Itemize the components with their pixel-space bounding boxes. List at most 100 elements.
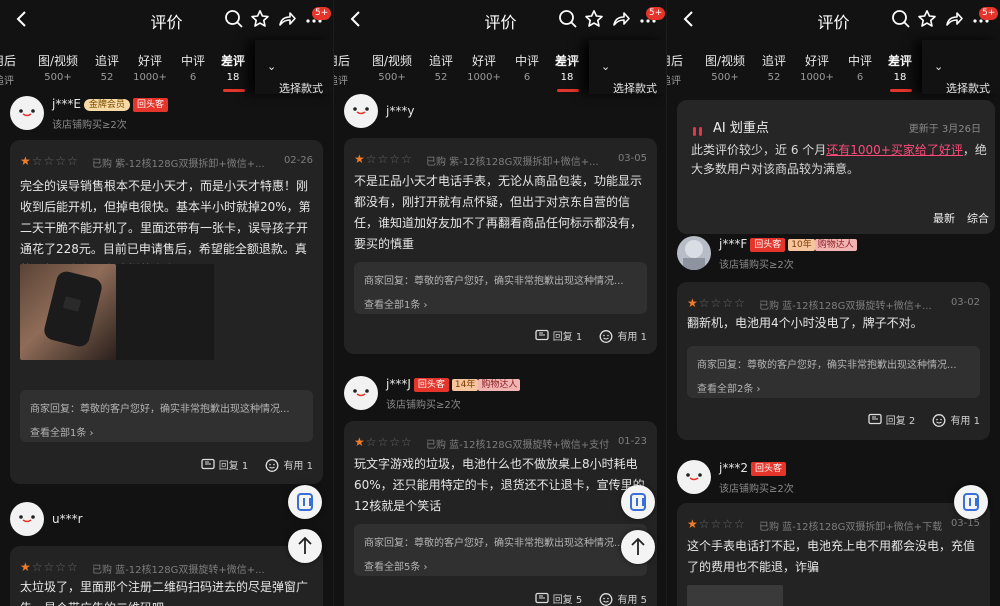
merchant-reply[interactable]: 商家回复：尊敬的客户您好，确实非常抱歉出现这种情况... 查看全部1条 ›: [20, 390, 313, 442]
tab-after-use[interactable]: 用后追评: [667, 52, 695, 87]
merchant-reply[interactable]: 商家回复：尊敬的客户您好，确实非常抱歉出现这种情况... 查看全部1条 ›: [354, 262, 647, 314]
star-favorite-icon[interactable]: [250, 9, 270, 29]
style-select-dropdown[interactable]: 选择款式 ⌄: [922, 40, 1000, 95]
merchant-reply-text: 商家回复：尊敬的客户您好，确实非常抱歉出现这种情况...: [697, 360, 957, 371]
tab-followup[interactable]: 追评 52: [83, 52, 131, 83]
review-photo[interactable]: [20, 264, 116, 360]
avatar[interactable]: [677, 460, 711, 494]
header: 评价 5+: [0, 0, 333, 40]
reviewer: u***r: [10, 502, 320, 542]
reviewer-name: j***2: [719, 461, 748, 475]
review-panel-1: 评价 5+ 用后追评 图/视频500+ 追评52 好评1000+ 中评6 差评1…: [0, 0, 333, 606]
comment-icon: [535, 329, 549, 341]
reviewer-name: j***F: [719, 237, 748, 251]
tab-positive[interactable]: 好评 1000+: [126, 52, 174, 83]
merchant-reply[interactable]: 商家回复：尊敬的客户您好，确实非常抱歉出现这种情况... 查看全部2条 ›: [687, 346, 980, 398]
scroll-to-top-button[interactable]: [288, 529, 322, 563]
comment-icon: [868, 413, 882, 425]
useful-button[interactable]: 有用 1: [599, 328, 647, 343]
purchased-variant: 已购 紫-12核128G双摄拆卸+微信+...: [92, 159, 265, 170]
tab-negative[interactable]: 差评 18: [543, 52, 591, 92]
avatar[interactable]: [344, 94, 378, 128]
tab-negative[interactable]: 差评 18: [876, 52, 924, 92]
avatar[interactable]: [344, 376, 378, 410]
review-date: 03-02: [950, 297, 980, 308]
tab-after-use[interactable]: 用后追评: [0, 52, 28, 87]
member-years-badge: 10年: [788, 239, 815, 251]
merchant-reply-text: 商家回复：尊敬的客户您好，确实非常抱歉出现这种情况...: [364, 538, 624, 549]
avatar[interactable]: [677, 236, 711, 270]
review-photo[interactable]: [687, 585, 783, 606]
arrow-up-icon: [631, 537, 645, 555]
tab-photo-video[interactable]: 图/视频 500+: [701, 52, 749, 83]
tab-photo-video[interactable]: 图/视频 500+: [34, 52, 82, 83]
share-icon[interactable]: [611, 9, 631, 29]
sort-overall-button[interactable]: 综合: [967, 210, 989, 226]
repeat-customer-badge: 回头客: [413, 378, 449, 392]
star-favorite-icon[interactable]: [584, 9, 604, 29]
review-card: ★☆☆☆☆ 已购 蓝-12核128G双摄旋转+微信+... 03-02 翻新机，…: [677, 282, 990, 440]
reviewer: j***y: [344, 94, 654, 134]
tab-positive[interactable]: 好评 1000+: [793, 52, 841, 83]
view-all-replies-link[interactable]: 查看全部2条: [697, 384, 753, 395]
reply-button[interactable]: 回复 5: [535, 591, 582, 606]
merchant-reply[interactable]: 商家回复：尊敬的客户您好，确实非常抱歉出现这种情况... 查看全部5条 ›: [354, 524, 647, 576]
star-favorite-icon[interactable]: [917, 9, 937, 29]
shopping-expert-badge: 购物达人: [814, 239, 857, 251]
message-badge: 5+: [646, 7, 666, 20]
reviewer-name: u***r: [52, 512, 83, 526]
repeat-customer-badge: 回头客: [750, 462, 786, 476]
smile-icon: [599, 593, 613, 606]
search-icon[interactable]: [224, 9, 244, 29]
useful-button[interactable]: 有用 1: [932, 412, 980, 427]
tab-followup[interactable]: 追评 52: [417, 52, 465, 83]
tab-positive[interactable]: 好评 1000+: [460, 52, 508, 83]
purchased-variant: 已购 紫-12核128G双摄拆卸+微信+...: [426, 157, 599, 168]
review-photo-placeholder[interactable]: [116, 264, 214, 360]
tab-negative[interactable]: 差评 18: [209, 52, 257, 92]
avatar[interactable]: [10, 96, 44, 130]
reply-button[interactable]: 回复 1: [201, 457, 248, 472]
ai-highlight-link[interactable]: 还有1000+买家给了好评: [826, 143, 963, 157]
customer-service-button[interactable]: [288, 485, 322, 519]
shopping-expert-badge: 购物达人: [478, 379, 521, 391]
view-all-replies-link[interactable]: 查看全部5条: [364, 562, 420, 573]
tab-after-use[interactable]: 用后追评: [334, 52, 362, 87]
rating-stars: ★☆☆☆☆: [687, 296, 746, 310]
rating-stars: ★☆☆☆☆: [354, 152, 413, 166]
search-icon[interactable]: [558, 9, 578, 29]
review-date: 03-15: [950, 518, 980, 529]
review-panel-3: 评价 5+ 用后追评 图/视频500+ 追评52 好评1000+ 中评6 差评1…: [667, 0, 1000, 606]
search-icon[interactable]: [891, 9, 911, 29]
sort-latest-button[interactable]: 最新: [933, 210, 955, 226]
style-select-dropdown[interactable]: 选择款式 ⌄: [255, 40, 333, 95]
message-badge: 5+: [312, 7, 332, 20]
reviewer-name: j***y: [386, 104, 415, 118]
useful-button[interactable]: 有用 1: [265, 457, 313, 472]
gold-member-badge: 金牌会员: [83, 99, 130, 111]
filter-tabs: 用后追评 图/视频500+ 追评52 好评1000+ 中评6 差评18 选择款式…: [334, 40, 667, 95]
tab-followup[interactable]: 追评 52: [750, 52, 798, 83]
member-years-badge: 14年: [451, 379, 479, 391]
view-all-replies-link[interactable]: 查看全部1条: [364, 300, 420, 311]
customer-service-button[interactable]: [621, 485, 655, 519]
reply-button[interactable]: 回复 1: [535, 328, 582, 343]
rating-stars: ★☆☆☆☆: [354, 435, 413, 449]
share-icon[interactable]: [277, 9, 297, 29]
reply-button[interactable]: 回复 2: [868, 412, 915, 427]
avatar[interactable]: [10, 502, 44, 536]
style-select-dropdown[interactable]: 选择款式 ⌄: [589, 40, 667, 95]
scroll-to-top-button[interactable]: [621, 530, 655, 564]
tab-photo-video[interactable]: 图/视频 500+: [368, 52, 416, 83]
merchant-reply-text: 商家回复：尊敬的客户您好，确实非常抱歉出现这种情况...: [30, 404, 290, 415]
rating-stars: ★☆☆☆☆: [20, 560, 79, 574]
useful-button[interactable]: 有用 5: [599, 591, 647, 606]
customer-service-button[interactable]: [954, 485, 988, 519]
header: 评价 5+: [334, 0, 667, 40]
purchase-count: 该店铺购买≥2次: [719, 484, 794, 495]
share-icon[interactable]: [944, 9, 964, 29]
smile-icon: [265, 459, 279, 472]
comment-icon: [535, 592, 549, 604]
review-card: ★☆☆☆☆ 已购 蓝-12核128G双摄旋转+微信+... 太垃圾了，里面那个注…: [10, 546, 323, 606]
view-all-replies-link[interactable]: 查看全部1条: [30, 428, 86, 439]
